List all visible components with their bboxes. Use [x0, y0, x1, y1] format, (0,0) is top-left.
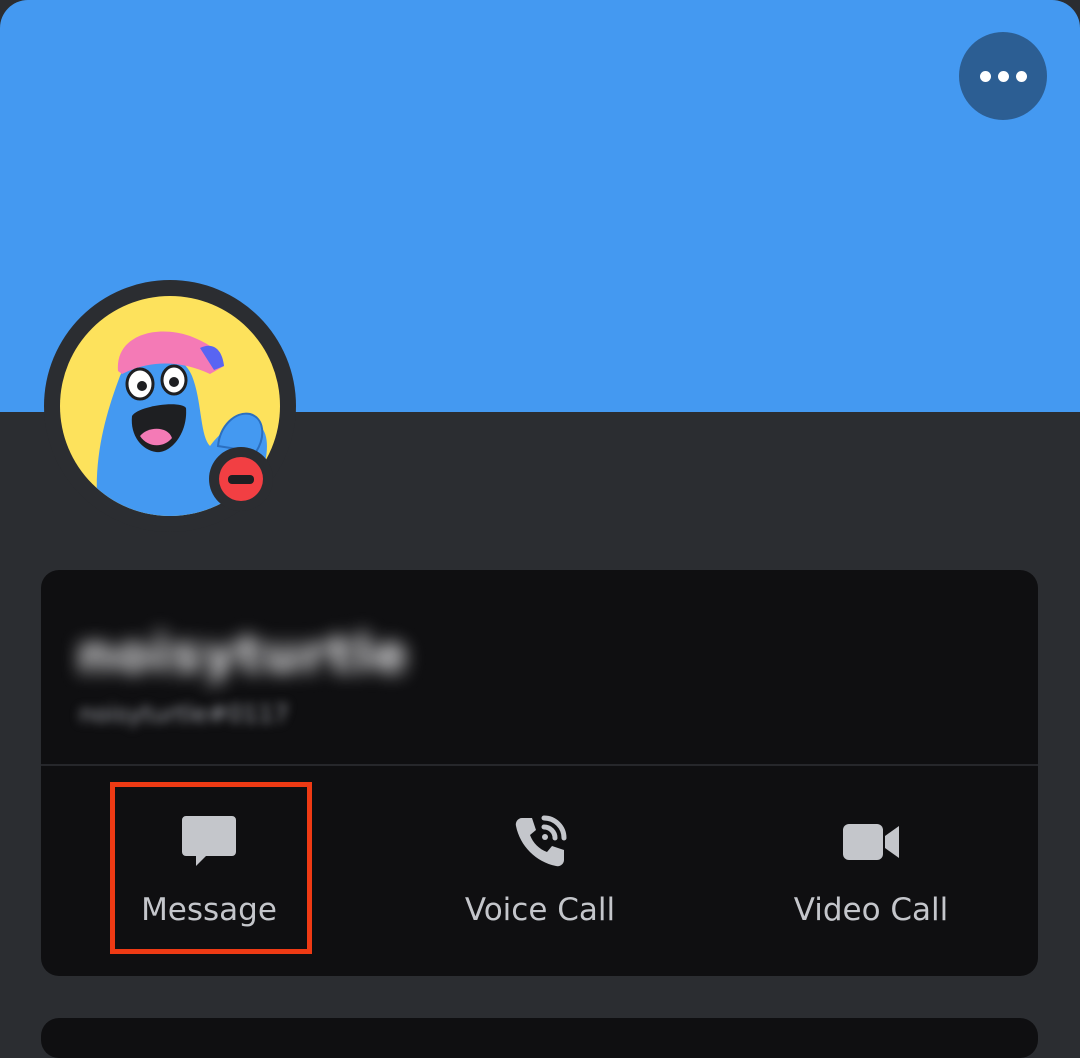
video-call-button[interactable]: Video Call — [705, 766, 1037, 976]
username: noisyturtle#0117 — [79, 700, 289, 728]
video-call-label: Video Call — [793, 892, 949, 928]
highlight-box — [110, 782, 312, 954]
more-dot — [1015, 70, 1027, 82]
more-options-button[interactable] — [959, 32, 1047, 120]
next-card — [41, 1018, 1038, 1058]
more-dot — [997, 70, 1009, 82]
status-badge — [209, 447, 273, 511]
more-horizontal-icon — [979, 70, 991, 82]
voice-call-button[interactable]: Voice Call — [374, 766, 706, 976]
phone-call-icon — [512, 814, 568, 870]
video-camera-icon — [841, 814, 901, 870]
voice-call-label: Voice Call — [464, 892, 616, 928]
do-not-disturb-icon — [219, 457, 263, 501]
display-name: noisyturtle — [77, 625, 409, 685]
